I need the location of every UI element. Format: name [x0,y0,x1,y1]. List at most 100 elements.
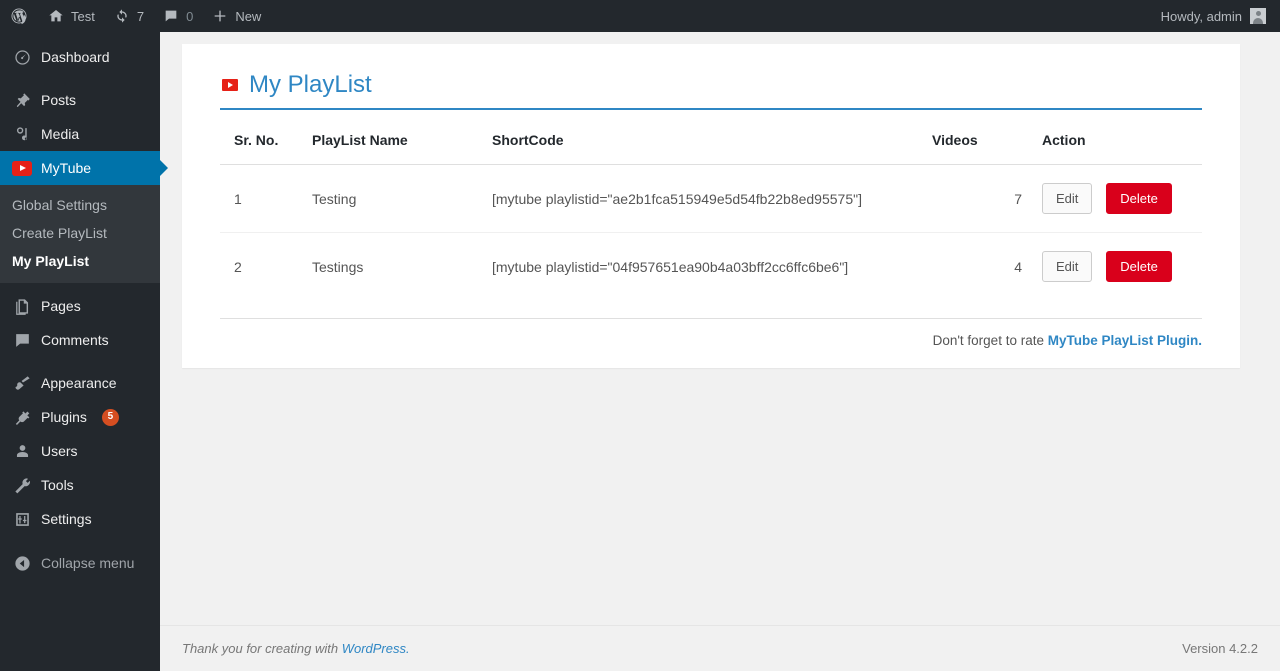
sliders-icon [12,509,32,529]
wrench-icon [12,475,32,495]
comments-menu[interactable]: 0 [153,0,202,32]
cell-videos-count: 7 [932,164,1042,233]
sidebar-item-comments[interactable]: Comments [0,323,160,357]
sidebar-item-label: Pages [41,298,81,314]
playlist-table: Sr. No. PlayList Name ShortCode Videos A… [220,132,1202,300]
youtube-glyph [12,160,32,176]
sidebar-submenu-mytube: Global Settings Create PlayList My PlayL… [0,185,160,283]
plugins-update-badge: 5 [101,408,119,426]
sidebar-group-main: Dashboard Posts Media MyTube Global Sett… [0,32,168,580]
cell-actions: Edit Delete [1042,164,1202,233]
footer-version: Version 4.2.2 [1182,641,1258,656]
user-icon [12,441,32,461]
table-row: 2 Testings [mytube playlistid="04f957651… [220,233,1202,301]
sidebar-item-mytube[interactable]: MyTube [0,151,168,185]
youtube-icon [12,158,32,178]
sidebar-separator [0,357,160,366]
sidebar-item-label: Dashboard [41,49,110,65]
rate-plugin-link[interactable]: MyTube PlayList Plugin. [1048,333,1202,348]
sidebar-item-collapse-menu[interactable]: Collapse menu [0,546,160,580]
cell-shortcode: [mytube playlistid="04f957651ea90b4a03bf… [492,258,849,275]
site-name-label: Test [71,8,95,24]
update-icon [113,7,131,25]
column-header-shortcode: ShortCode [492,132,932,165]
updates-count: 7 [136,8,145,24]
sidebar-item-plugins[interactable]: Plugins 5 [0,400,160,434]
sidebar-item-label: Settings [41,511,92,527]
delete-button[interactable]: Delete [1106,183,1172,214]
table-header-row: Sr. No. PlayList Name ShortCode Videos A… [220,132,1202,165]
sidebar-subitem-global-settings[interactable]: Global Settings [0,191,160,219]
comment-bubble-icon [162,7,180,25]
sidebar-item-dashboard[interactable]: Dashboard [0,40,160,74]
rate-prompt-text: Don't forget to rate [932,333,1048,348]
sidebar-item-label: Plugins [41,409,87,425]
admin-bar: Test 7 0 New Howdy, admin [0,0,1280,32]
table-body: 1 Testing [mytube playlistid="ae2b1fca51… [220,164,1202,301]
plug-icon [12,407,32,427]
admin-footer: Thank you for creating with WordPress. V… [160,625,1280,671]
new-content-menu[interactable]: New [202,0,270,32]
media-icon [12,124,32,144]
sidebar-item-label: Posts [41,92,77,108]
delete-button[interactable]: Delete [1106,251,1172,282]
column-header-videos: Videos [932,132,1042,165]
avatar [1250,8,1266,24]
column-header-playlist-name: PlayList Name [312,132,492,165]
main-content-area: My PlayList Sr. No. PlayList Name ShortC… [160,32,1280,671]
brush-icon [12,373,32,393]
sidebar-item-label: Appearance [41,375,117,391]
new-label: New [235,8,262,24]
cell-shortcode: [mytube playlistid="ae2b1fca515949e5d54f… [492,164,932,233]
sidebar-item-settings[interactable]: Settings [0,502,160,536]
sidebar-item-label: Users [41,443,78,459]
edit-button[interactable]: Edit [1042,251,1093,282]
wordpress-logo-icon [9,6,29,26]
sidebar-item-pages[interactable]: Pages [0,289,160,323]
page-title: My PlayList [249,71,372,98]
table-head: Sr. No. PlayList Name ShortCode Videos A… [220,132,1202,165]
comments-count: 0 [186,8,194,24]
sidebar-subitem-create-playlist[interactable]: Create PlayList [0,219,160,247]
youtube-icon [220,77,240,93]
my-account-menu[interactable]: Howdy, admin [1153,0,1280,32]
sidebar-separator [0,74,160,83]
sidebar-item-media[interactable]: Media [0,117,160,151]
wordpress-link[interactable]: WordPress. [342,641,410,656]
pin-icon [12,90,32,110]
sidebar-item-users[interactable]: Users [0,434,160,468]
playlist-card: My PlayList Sr. No. PlayList Name ShortC… [182,44,1240,368]
sidebar-item-label: Media [41,126,80,142]
cell-actions: Edit Delete [1042,233,1202,301]
sidebar-item-label: Comments [41,332,109,348]
sidebar-item-label: MyTube [41,160,92,176]
home-icon [47,7,65,25]
footer-thankyou: Thank you for creating with WordPress. [182,641,410,656]
admin-sidebar-menu: Dashboard Posts Media MyTube Global Sett… [0,32,168,671]
wp-logo-menu[interactable] [0,0,38,32]
comment-icon [12,330,32,350]
rate-plugin-row: Don't forget to rate MyTube PlayList Plu… [220,318,1202,348]
sidebar-item-label: Tools [41,477,74,493]
cell-playlist-name: Testing [312,164,492,233]
cell-playlist-name: Testings [312,258,364,275]
sidebar-item-tools[interactable]: Tools [0,468,160,502]
sidebar-item-appearance[interactable]: Appearance [0,366,160,400]
table-row: 1 Testing [mytube playlistid="ae2b1fca51… [220,164,1202,233]
sidebar-subitem-my-playlist[interactable]: My PlayList [0,247,160,275]
column-header-action: Action [1042,132,1202,165]
sidebar-item-posts[interactable]: Posts [0,83,160,117]
cell-sr-no: 1 [220,164,312,233]
dashboard-icon [12,47,32,67]
footer-thankyou-text: Thank you for creating with [182,641,342,656]
pages-icon [12,296,32,316]
edit-button[interactable]: Edit [1042,183,1093,214]
howdy-label: Howdy, admin [1160,8,1242,24]
cell-sr-no: 2 [234,258,242,275]
plus-icon [211,7,229,25]
site-name-menu[interactable]: Test [38,0,104,32]
playlist-card-inner: My PlayList Sr. No. PlayList Name ShortC… [182,44,1240,358]
column-header-sr-no: Sr. No. [220,132,312,165]
updates-menu[interactable]: 7 [104,0,153,32]
cell-videos-count: 4 [1014,258,1022,275]
